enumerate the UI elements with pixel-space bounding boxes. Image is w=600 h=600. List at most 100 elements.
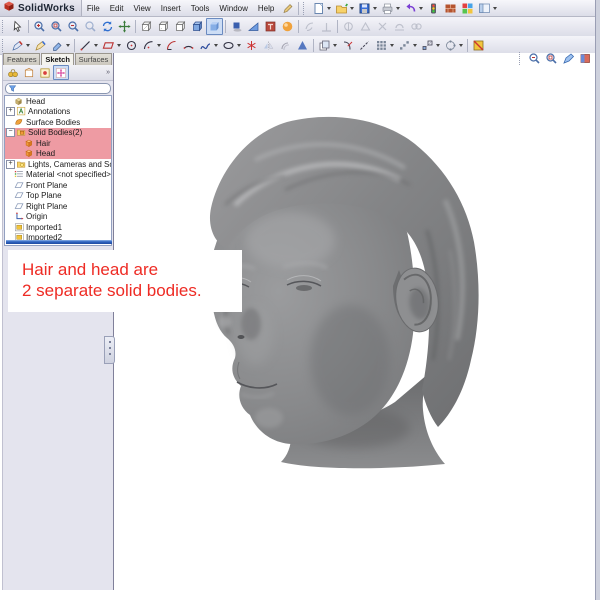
tangent-arc-icon[interactable]	[163, 37, 180, 54]
hidden-lines-removed-icon[interactable]	[172, 18, 189, 35]
3d-sketch-icon[interactable]	[32, 37, 49, 54]
tree-item-head[interactable]: Head	[5, 96, 111, 107]
dropdown-caret[interactable]	[333, 44, 337, 47]
dropdown-caret[interactable]	[493, 7, 497, 10]
hidden-lines-visible-icon[interactable]	[155, 18, 172, 35]
rollback-bar[interactable]	[6, 240, 112, 244]
tree-item-front-plane[interactable]: Front Plane	[5, 180, 111, 191]
dropdown-caret[interactable]	[373, 7, 377, 10]
menu-pencil-icon[interactable]	[279, 0, 296, 17]
tab-surfaces[interactable]: Surfaces	[75, 53, 112, 65]
expand-plus-icon[interactable]: +	[6, 160, 15, 169]
select-arrow-icon[interactable]	[9, 18, 26, 35]
dropdown-caret[interactable]	[26, 44, 30, 47]
display-pane-box-icon[interactable]	[21, 65, 37, 80]
offset-entities-icon[interactable]	[277, 37, 294, 54]
texture-icon[interactable]	[262, 18, 279, 35]
undo-icon[interactable]	[402, 0, 419, 17]
hide-show-icon[interactable]	[37, 65, 53, 80]
tab-sketch[interactable]: Sketch	[41, 53, 73, 65]
trim-entities-icon[interactable]	[339, 37, 356, 54]
rebuild-icon[interactable]	[425, 0, 442, 17]
new-document-icon[interactable]	[310, 0, 327, 17]
scale-entities-icon[interactable]	[419, 37, 436, 54]
zoom-inout-icon[interactable]	[65, 18, 82, 35]
zoom-window-icon[interactable]	[543, 50, 560, 67]
dynamic-reference-icon[interactable]	[53, 65, 69, 80]
dropdown-caret[interactable]	[390, 44, 394, 47]
sketch-icon[interactable]	[9, 37, 26, 54]
modify-sketch-icon[interactable]	[470, 37, 487, 54]
panel-overflow-chevron[interactable]: »	[106, 69, 113, 76]
save-icon[interactable]	[356, 0, 373, 17]
relation-e-icon[interactable]	[408, 18, 425, 35]
tree-filter-input[interactable]	[5, 83, 111, 94]
sketch-relation-icon[interactable]	[301, 18, 318, 35]
print-icon[interactable]	[379, 0, 396, 17]
dropdown-caret[interactable]	[157, 44, 161, 47]
menu-item-tools[interactable]: Tools	[186, 2, 215, 15]
tree-item-right-plane[interactable]: Right Plane	[5, 201, 111, 212]
spline-icon[interactable]	[197, 37, 214, 54]
dropdown-caret[interactable]	[327, 7, 331, 10]
dropdown-caret[interactable]	[419, 7, 423, 10]
shadows-icon[interactable]	[228, 18, 245, 35]
tree-item-solid-bodies-2[interactable]: −Solid Bodies(2)	[5, 128, 111, 139]
dropdown-caret[interactable]	[66, 44, 70, 47]
open-icon[interactable]	[333, 0, 350, 17]
tree-item-surface-bodies[interactable]: Surface Bodies	[5, 117, 111, 128]
section-view-icon[interactable]	[245, 18, 262, 35]
appearance-bricks-icon[interactable]	[442, 0, 459, 17]
appearance-box-icon[interactable]	[577, 50, 594, 67]
expand-plus-icon[interactable]: +	[6, 107, 15, 116]
select-pen-icon[interactable]	[560, 50, 577, 67]
mirror-entities-icon[interactable]	[260, 37, 277, 54]
zoom-area-icon[interactable]	[48, 18, 65, 35]
menu-item-file[interactable]: File	[82, 2, 105, 15]
menu-item-help[interactable]: Help	[253, 2, 279, 15]
color-swatches-icon[interactable]	[459, 0, 476, 17]
dropdown-caret[interactable]	[214, 44, 218, 47]
pan-icon[interactable]	[116, 18, 133, 35]
dropdown-caret[interactable]	[237, 44, 241, 47]
dropdown-caret[interactable]	[459, 44, 463, 47]
dropdown-caret[interactable]	[413, 44, 417, 47]
tree-item-hair[interactable]: Hair	[5, 138, 111, 149]
step-pattern-icon[interactable]	[396, 37, 413, 54]
circular-pattern-icon[interactable]	[442, 37, 459, 54]
shaded-with-edges-icon[interactable]	[189, 18, 206, 35]
point-icon[interactable]	[243, 37, 260, 54]
wireframe-icon[interactable]	[138, 18, 155, 35]
convert-entities-icon[interactable]	[294, 37, 311, 54]
menu-item-edit[interactable]: Edit	[105, 2, 129, 15]
copy-entities-icon[interactable]	[316, 37, 333, 54]
menu-item-view[interactable]: View	[129, 2, 156, 15]
shaded-icon[interactable]	[206, 18, 223, 35]
relation-b-icon[interactable]	[357, 18, 374, 35]
tree-item-top-plane[interactable]: Top Plane	[5, 191, 111, 202]
dropdown-caret[interactable]	[117, 44, 121, 47]
display-pane-icon[interactable]	[476, 0, 493, 17]
dropdown-caret[interactable]	[350, 7, 354, 10]
relation-c-icon[interactable]	[374, 18, 391, 35]
zoom-out-icon[interactable]	[526, 50, 543, 67]
linear-pattern-icon[interactable]	[373, 37, 390, 54]
dropdown-caret[interactable]	[396, 7, 400, 10]
tree-item-head[interactable]: Head	[5, 149, 111, 160]
relation-d-icon[interactable]	[391, 18, 408, 35]
dropdown-caret[interactable]	[436, 44, 440, 47]
collapse-minus-icon[interactable]: −	[6, 128, 15, 137]
panel-splitter-handle[interactable]	[104, 336, 115, 364]
realview-icon[interactable]	[279, 18, 296, 35]
dropdown-caret[interactable]	[94, 44, 98, 47]
smart-dimension-icon[interactable]	[49, 37, 66, 54]
ellipse-icon[interactable]	[220, 37, 237, 54]
menu-item-window[interactable]: Window	[214, 2, 252, 15]
centerpoint-arc-icon[interactable]	[140, 37, 157, 54]
tree-item-origin[interactable]: Origin	[5, 212, 111, 223]
rotate-view-icon[interactable]	[99, 18, 116, 35]
tree-item-imported1[interactable]: Imported1	[5, 222, 111, 233]
zoom-selection-icon[interactable]	[82, 18, 99, 35]
tree-item-material-not-specified[interactable]: Material <not specified>	[5, 170, 111, 181]
line-icon[interactable]	[77, 37, 94, 54]
